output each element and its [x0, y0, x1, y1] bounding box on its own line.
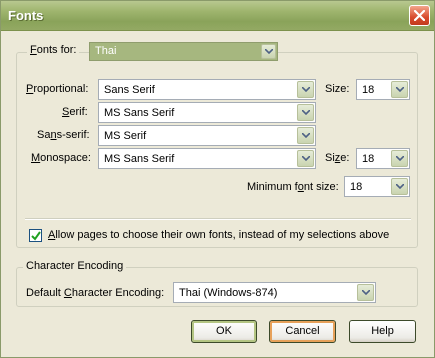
minimum-font-size-dropdown-arrow[interactable] [391, 178, 408, 195]
window-title: Fonts [8, 8, 44, 23]
sans-serif-select[interactable]: MS Serif [98, 125, 316, 146]
monospace-size-value: 18 [362, 153, 375, 165]
proportional-size-dropdown-arrow[interactable] [391, 81, 408, 98]
chevron-down-icon [302, 156, 310, 161]
monospace-size-dropdown-arrow[interactable] [391, 150, 408, 167]
chevron-down-icon [396, 87, 404, 92]
proportional-size-label: Size: [325, 83, 350, 95]
chevron-down-icon [265, 49, 273, 54]
proportional-value: Sans Serif [104, 84, 155, 96]
minimum-font-size-label: Minimum font size: [247, 181, 339, 193]
help-button[interactable]: Help [349, 320, 416, 343]
sans-serif-value: MS Serif [104, 130, 147, 142]
character-encoding-group-label: Character Encoding [23, 260, 127, 272]
proportional-size-select[interactable]: 18 [356, 79, 410, 100]
monospace-value: MS Sans Serif [104, 153, 175, 165]
close-icon [414, 10, 425, 21]
chevron-down-icon [302, 133, 310, 138]
serif-dropdown-arrow[interactable] [297, 104, 314, 121]
ok-button[interactable]: OK [191, 320, 257, 343]
monospace-dropdown-arrow[interactable] [297, 150, 314, 167]
default-encoding-dropdown-arrow[interactable] [357, 284, 374, 301]
proportional-select[interactable]: Sans Serif [98, 79, 316, 100]
monospace-size-label: Size: [325, 152, 350, 164]
minimum-font-size-select[interactable]: 18 [344, 176, 410, 197]
fonts-for-dropdown-arrow[interactable] [261, 44, 276, 59]
default-encoding-select[interactable]: Thai (Windows-874) [173, 282, 376, 303]
chevron-down-icon [362, 290, 370, 295]
monospace-size-select[interactable]: 18 [356, 148, 410, 169]
cancel-button[interactable]: Cancel [269, 320, 336, 343]
proportional-label: Proportional: [26, 83, 89, 95]
serif-value: MS Sans Serif [104, 107, 175, 119]
monospace-label: Monospace: [31, 152, 91, 164]
serif-select[interactable]: MS Sans Serif [98, 102, 316, 123]
chevron-down-icon [396, 156, 404, 161]
monospace-select[interactable]: MS Sans Serif [98, 148, 316, 169]
divider [25, 218, 411, 220]
serif-label: Serif: [62, 106, 88, 118]
checkmark-icon [31, 231, 41, 241]
chevron-down-icon [396, 184, 404, 189]
fonts-for-label-wrap: Fonts for: [27, 44, 80, 56]
minimum-font-size-value: 18 [350, 181, 363, 193]
fonts-dialog: Fonts Fonts for: Thai Proportional: Sans… [0, 0, 435, 358]
sans-serif-dropdown-arrow[interactable] [297, 127, 314, 144]
title-bar[interactable]: Fonts [1, 1, 434, 31]
close-button[interactable] [409, 5, 430, 26]
proportional-dropdown-arrow[interactable] [297, 81, 314, 98]
fonts-for-select[interactable]: Thai [89, 42, 278, 61]
allow-pages-label[interactable]: Allow pages to choose their own fonts, i… [48, 229, 389, 241]
chevron-down-icon [302, 87, 310, 92]
fonts-for-value: Thai [95, 45, 117, 57]
proportional-size-value: 18 [362, 84, 375, 96]
default-encoding-label: Default Character Encoding: [26, 287, 165, 299]
sans-serif-label: Sans-serif: [37, 129, 90, 141]
allow-pages-checkbox[interactable] [29, 229, 42, 242]
chevron-down-icon [302, 110, 310, 115]
default-encoding-value: Thai (Windows-874) [179, 287, 278, 299]
